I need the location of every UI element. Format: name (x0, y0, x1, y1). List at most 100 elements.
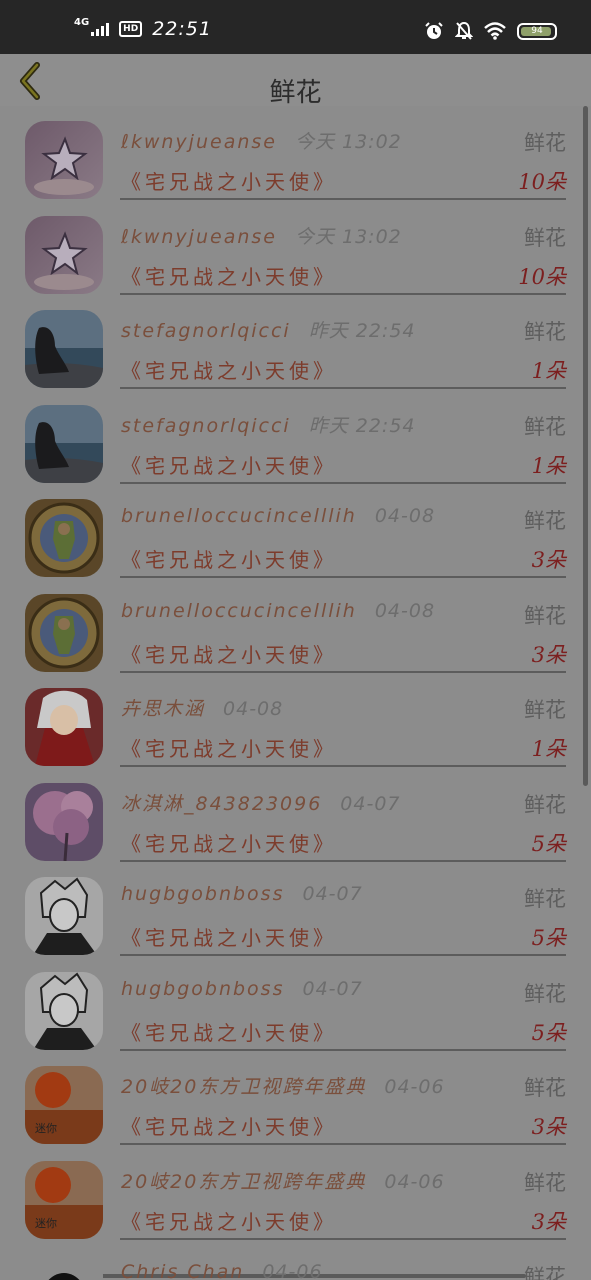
divider (120, 1143, 566, 1145)
avatar[interactable] (25, 121, 103, 199)
list-item[interactable]: brunelloccucincelllih 04-08 鲜花《宅兄战之小天使》 3朵 (0, 491, 591, 586)
avatar[interactable] (25, 877, 103, 955)
divider (120, 1048, 566, 1051)
avatar[interactable] (25, 499, 103, 577)
list-item[interactable]: stefagnorlqicci 昨天 22:54 鲜花 《宅兄战之小天使》 1朵 (0, 302, 591, 397)
send-time: 04-07 (302, 977, 363, 1000)
list-item[interactable]: stefagnorlqicci 昨天 22:54 鲜花《宅兄战之小天使》 1朵 (0, 397, 591, 492)
divider (120, 765, 566, 767)
sender-name-text: stefagnorlqicci (121, 414, 291, 437)
gift-type: 鲜花 (524, 698, 566, 722)
gift-type: 鲜花 (524, 1265, 566, 1280)
gift-type: 鲜花 (524, 1076, 566, 1100)
list-item[interactable]: ℓkwnyjueanse 今天 13:02 鲜花 《宅兄战之小天使》 10朵 (0, 113, 591, 208)
avatar[interactable]: 迷你 (25, 1160, 103, 1239)
send-time: 04-08 (223, 698, 284, 720)
gift-count: 1朵 (531, 359, 566, 383)
list-item[interactable]: 卉思木涵 04-08 鲜花《宅兄战之小天使》 1朵 (0, 680, 591, 775)
sender-name: stefagnorlqicci 昨天 22:54 (121, 316, 416, 343)
status-bar: 4G HD 22:51 94 (0, 0, 591, 54)
sender-name: 卉思木涵 04-08 (121, 694, 283, 721)
divider (120, 292, 566, 295)
sender-name-text: ℓkwnyjueanse (121, 225, 277, 248)
divider (120, 954, 566, 956)
list-item[interactable]: 迷你 20岐20东方卫视跨年盛典 04-06 鲜花 《宅兄战之小天使》 3朵 (0, 1153, 591, 1248)
divider (120, 1237, 566, 1240)
send-time: 04-07 (340, 792, 401, 815)
status-left: 4G HD 22:51 (74, 18, 212, 41)
sender-name-text: 20岐20东方卫视跨年盛典 (121, 1170, 367, 1193)
mute-bell-icon (455, 21, 473, 40)
book-title[interactable]: 《宅兄战之小天使》 (121, 1111, 337, 1140)
sender-name-text: brunelloccucincelllih (121, 599, 357, 622)
gift-type: 鲜花 (524, 887, 566, 911)
book-title[interactable]: 《宅兄战之小天使》 (121, 828, 337, 857)
battery-icon: 94 (517, 22, 557, 40)
gift-count: 10朵 (518, 170, 566, 194)
avatar[interactable] (25, 215, 103, 294)
sender-name: 20岐20东方卫视跨年盛典 04-06 (121, 1167, 445, 1194)
list-item[interactable]: 冰淇淋_843823096 04-07 鲜花 《宅兄战之小天使》 5朵 (0, 775, 591, 870)
sender-name-text: 20岐20东方卫视跨年盛典 (121, 1076, 367, 1098)
gift-count: 1朵 (531, 737, 566, 761)
sender-name-text: 冰淇淋_843823096 (121, 792, 323, 815)
divider (120, 481, 566, 484)
avatar[interactable] (25, 1255, 103, 1280)
sender-name-text: Chris Chan (121, 1261, 245, 1280)
sender-name-text: hugbgobnboss (121, 977, 285, 1000)
list-item[interactable]: ℓkwnyjueanse 今天 13:02 鲜花《宅兄战之小天使》 10朵 (0, 208, 591, 303)
gift-count: 3朵 (531, 642, 566, 667)
list-item[interactable]: 迷你 20岐20东方卫视跨年盛典 04-06 鲜花《宅兄战之小天使》 3朵 (0, 1058, 591, 1153)
hd-badge: HD (119, 21, 143, 37)
list-item[interactable]: hugbgobnboss 04-07 鲜花 《宅兄战之小天使》 5朵 (0, 869, 591, 964)
gift-type: 鲜花 (524, 225, 566, 250)
gift-count: 10朵 (518, 264, 566, 289)
avatar[interactable] (25, 971, 103, 1050)
wifi-icon (484, 22, 506, 40)
gift-type: 鲜花 (524, 509, 566, 533)
avatar[interactable] (25, 310, 103, 388)
list-item[interactable]: brunelloccucincelllih 04-08 鲜花 《宅兄战之小天使》 3朵 (0, 586, 591, 681)
signal-icon (91, 22, 110, 36)
alarm-icon (425, 22, 443, 39)
book-title[interactable]: 《宅兄战之小天使》 (121, 166, 337, 195)
book-title[interactable]: 《宅兄战之小天使》 (121, 544, 337, 573)
gift-type: 鲜花 (524, 981, 566, 1006)
book-title[interactable]: 《宅兄战之小天使》 (121, 1017, 337, 1046)
list-item[interactable]: Chris Chan 04-06 鲜花 (0, 1247, 591, 1280)
divider (120, 576, 566, 578)
send-time: 今天 13:02 (294, 225, 402, 248)
gift-count: 3朵 (531, 1115, 566, 1139)
send-time: 04-07 (302, 883, 363, 905)
page-title: 鲜花 (269, 78, 322, 108)
book-title[interactable]: 《宅兄战之小天使》 (121, 261, 337, 290)
avatar[interactable] (25, 593, 103, 672)
avatar[interactable] (25, 688, 103, 766)
book-title[interactable]: 《宅兄战之小天使》 (121, 922, 337, 951)
avatar[interactable]: 迷你 (25, 1066, 103, 1144)
gift-count: 1朵 (531, 453, 566, 478)
sender-name: 20岐20东方卫视跨年盛典 04-06 (121, 1072, 445, 1099)
gift-type: 鲜花 (524, 603, 566, 628)
gift-type: 鲜花 (524, 414, 566, 439)
gift-type: 鲜花 (524, 131, 566, 155)
avatar[interactable] (25, 404, 103, 483)
book-title[interactable]: 《宅兄战之小天使》 (121, 355, 337, 384)
sender-name: stefagnorlqicci 昨天 22:54 (121, 411, 416, 438)
send-time: 04-06 (262, 1261, 323, 1280)
book-title[interactable]: 《宅兄战之小天使》 (121, 450, 337, 479)
sender-name: brunelloccucincelllih 04-08 (121, 505, 435, 527)
divider (120, 859, 566, 862)
divider (120, 670, 566, 673)
book-title[interactable]: 《宅兄战之小天使》 (121, 1206, 337, 1235)
list-item[interactable]: hugbgobnboss 04-07 鲜花《宅兄战之小天使》 5朵 (0, 964, 591, 1059)
gift-count: 5朵 (531, 1020, 566, 1045)
book-title[interactable]: 《宅兄战之小天使》 (121, 639, 337, 668)
clock: 22:51 (152, 18, 212, 40)
avatar[interactable] (25, 782, 103, 861)
book-title[interactable]: 《宅兄战之小天使》 (121, 733, 337, 762)
gift-count: 3朵 (531, 548, 566, 572)
sender-name: Chris Chan 04-06 (121, 1261, 323, 1280)
send-time: 04-06 (384, 1076, 445, 1098)
sender-name-text: stefagnorlqicci (121, 320, 291, 342)
